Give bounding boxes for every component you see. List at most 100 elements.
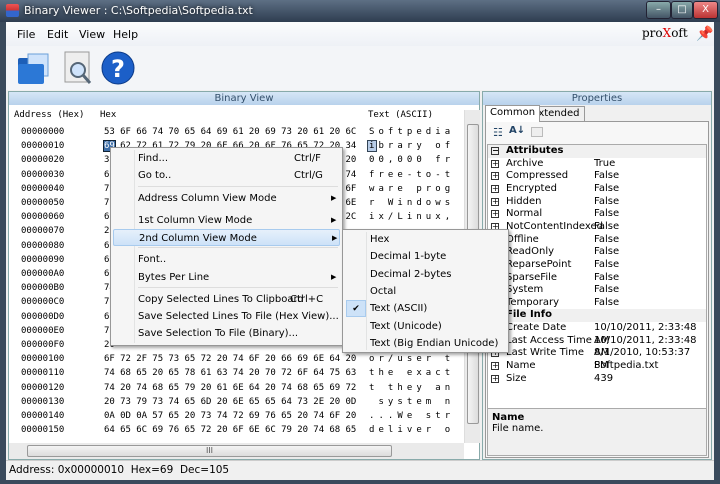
hex-byte[interactable]: 65 xyxy=(185,397,196,407)
hex-byte[interactable]: 20 xyxy=(249,127,260,137)
sort-alphabetical-icon[interactable]: A↓ xyxy=(509,125,525,136)
property-row[interactable]: + Name Softpedia.txt xyxy=(488,360,706,373)
expand-icon[interactable]: + xyxy=(491,184,499,193)
expand-icon[interactable]: + xyxy=(491,210,499,219)
hex-byte[interactable]: 6F xyxy=(104,354,115,364)
hex-byte[interactable]: 65 xyxy=(346,425,357,435)
hex-byte[interactable]: 79 xyxy=(185,383,196,393)
hex-byte[interactable]: 20 xyxy=(329,127,340,137)
hex-byte[interactable]: 20 xyxy=(297,127,308,137)
property-row[interactable]: + NotContentIndexed False xyxy=(488,221,706,234)
help-icon[interactable]: ? xyxy=(100,50,136,86)
property-grid[interactable]: − Attributes + Archive True + Compressed False +… xyxy=(487,144,707,414)
property-row[interactable]: + Normal False xyxy=(488,208,706,221)
hex-byte[interactable]: 78 xyxy=(185,368,196,378)
hex-byte[interactable]: 74 xyxy=(104,383,115,393)
hex-byte[interactable]: 73 xyxy=(168,354,179,364)
maximize-button[interactable]: □ xyxy=(671,1,693,19)
table-row[interactable]: 00000140 0A 0D 0A 57 65 20 73 74 72 69 76 65 20 74 6F 20… xyxy=(9,409,464,423)
hex-byte[interactable]: 65 xyxy=(120,425,131,435)
hex-byte[interactable]: 64 xyxy=(201,127,212,137)
horizontal-scroll-thumb[interactable]: III xyxy=(27,445,392,457)
property-row[interactable]: +ReadOnlyFalse xyxy=(488,246,706,259)
hex-byte[interactable]: 20 xyxy=(346,155,357,165)
row-ascii[interactable]: the exact xyxy=(369,368,464,378)
hex-byte[interactable]: 61 xyxy=(313,127,324,137)
expand-icon[interactable]: + xyxy=(491,172,499,181)
table-row[interactable]: 00000110 74 68 65 20 65 78 61 63 74 20 70 72 6F 64 75 63… xyxy=(9,366,464,380)
row-ascii[interactable]: ware prog xyxy=(369,184,464,194)
hex-byte[interactable]: 79 xyxy=(281,425,292,435)
property-row[interactable]: +TemporaryFalse xyxy=(488,297,706,310)
hex-byte[interactable]: 66 xyxy=(281,354,292,364)
hex-byte[interactable]: 0A xyxy=(104,411,115,421)
hex-byte[interactable]: 6F xyxy=(233,425,244,435)
hex-byte[interactable]: 74 xyxy=(152,127,163,137)
hex-byte[interactable]: 69 xyxy=(217,127,228,137)
hex-byte[interactable]: 2F xyxy=(136,354,147,364)
hex-byte[interactable]: 63 xyxy=(346,368,357,378)
hex-byte[interactable]: 65 xyxy=(265,397,276,407)
submenu-item[interactable]: Text (Big Endian Unicode) xyxy=(345,335,498,352)
hex-byte[interactable]: 70 xyxy=(168,127,179,137)
hex-byte[interactable]: 74 xyxy=(233,368,244,378)
hex-byte[interactable]: 6C xyxy=(346,127,357,137)
row-ascii[interactable]: free-to-t xyxy=(369,170,464,180)
hex-byte[interactable]: 20 xyxy=(217,397,228,407)
hex-byte[interactable]: 20 xyxy=(217,425,228,435)
hex-byte[interactable]: 6E xyxy=(233,397,244,407)
hex-byte[interactable]: 61 xyxy=(233,127,244,137)
pin-icon[interactable]: 📌 xyxy=(696,26,713,42)
table-row[interactable]: 00000100 6F 72 2F 75 73 65 72 20 74 6F 20 66 69 6E 64 20… xyxy=(9,352,464,366)
hex-byte[interactable]: 74 xyxy=(346,170,357,180)
hex-byte[interactable]: 65 xyxy=(185,127,196,137)
horizontal-scrollbar[interactable]: III xyxy=(9,443,464,459)
hex-byte[interactable]: 64 xyxy=(249,383,260,393)
hex-byte[interactable]: 2E xyxy=(313,397,324,407)
hex-byte[interactable]: 65 xyxy=(249,397,260,407)
hex-byte[interactable]: 20 xyxy=(120,383,131,393)
hex-byte[interactable]: 61 xyxy=(217,383,228,393)
close-button[interactable]: X xyxy=(693,1,718,19)
hex-byte[interactable]: 65 xyxy=(168,411,179,421)
hex-byte[interactable]: 6F xyxy=(346,184,357,194)
hex-byte[interactable]: 74 xyxy=(217,411,228,421)
hex-byte[interactable]: 63 xyxy=(217,368,228,378)
hex-byte[interactable]: 75 xyxy=(329,368,340,378)
hex-byte[interactable]: 74 xyxy=(313,425,324,435)
hex-byte[interactable]: 72 xyxy=(233,411,244,421)
hex-byte[interactable]: 76 xyxy=(168,425,179,435)
hex-byte[interactable]: 74 xyxy=(233,354,244,364)
hex-byte[interactable]: 20 xyxy=(346,354,357,364)
context-menu-item[interactable]: Save Selected Lines To File (Hex View)..… xyxy=(113,308,340,325)
row-ascii[interactable]: ibrary of over 4 xyxy=(369,141,464,151)
hex-byte[interactable]: 53 xyxy=(104,127,115,137)
collapse-icon[interactable]: − xyxy=(491,147,499,155)
hex-byte[interactable]: 20 xyxy=(185,411,196,421)
hex-byte[interactable]: 74 xyxy=(313,411,324,421)
hex-byte[interactable]: 72 xyxy=(281,368,292,378)
context-menu-item[interactable]: Go to.. Ctrl/G xyxy=(113,167,340,184)
hex-byte[interactable]: 69 xyxy=(249,411,260,421)
hex-byte[interactable]: 72 xyxy=(201,425,212,435)
tab-common[interactable]: Common xyxy=(485,105,541,122)
hex-byte[interactable]: 66 xyxy=(136,127,147,137)
hex-byte[interactable]: 6F xyxy=(120,127,131,137)
hex-byte[interactable]: 65 xyxy=(185,425,196,435)
context-menu-item[interactable]: 1st Column View Mode ▶ xyxy=(113,212,340,229)
hex-byte[interactable]: 73 xyxy=(281,127,292,137)
hex-byte[interactable]: 6E xyxy=(313,354,324,364)
hex-byte[interactable]: 20 xyxy=(104,397,115,407)
context-menu-item[interactable]: Save Selection To File (Binary)... xyxy=(113,325,340,342)
column-header-hex[interactable]: Hex xyxy=(100,110,116,120)
minimize-button[interactable]: – xyxy=(646,1,671,19)
row-ascii[interactable]: or/user t xyxy=(369,354,464,364)
hex-byte[interactable]: 74 xyxy=(104,368,115,378)
hex-byte[interactable]: 57 xyxy=(152,411,163,421)
hex-byte[interactable]: 20 xyxy=(297,425,308,435)
row-ascii[interactable]: ix/Linux, xyxy=(369,212,464,222)
context-menu-item[interactable]: Address Column View Mode ▶ xyxy=(113,190,340,207)
row-ascii[interactable]: ...We str xyxy=(369,411,464,421)
hex-byte[interactable]: 64 xyxy=(104,425,115,435)
table-row[interactable]: 00000000 53 6F 66 74 70 65 64 69 61 20 69 73 20 61 20 6C… xyxy=(9,125,464,139)
